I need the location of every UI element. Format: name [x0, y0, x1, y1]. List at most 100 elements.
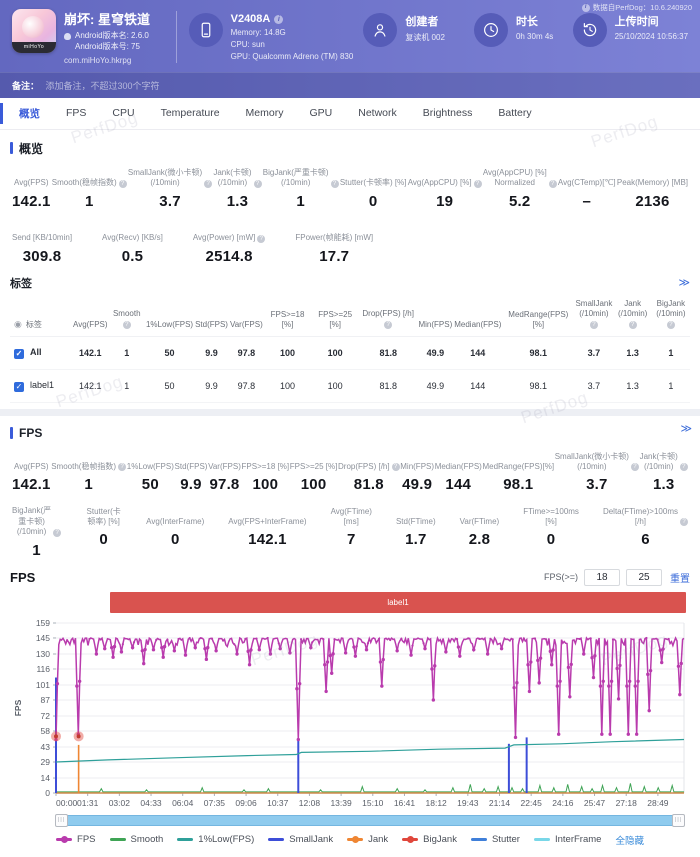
- svg-text:16:41: 16:41: [394, 798, 416, 808]
- table-row[interactable]: ✓label1142.11509.997.810010081.849.91449…: [10, 370, 690, 403]
- info-icon[interactable]: ?: [331, 180, 339, 188]
- metric-value: 17.7: [295, 248, 373, 265]
- collapse-icon[interactable]: ≫: [678, 276, 690, 289]
- legend-swatch: [402, 838, 418, 841]
- legend-item-Jank[interactable]: Jank: [347, 834, 388, 845]
- device-gpu: GPU: Qualcomm Adreno (TM) 830: [231, 52, 354, 61]
- svg-text:01:31: 01:31: [77, 798, 99, 808]
- info-icon[interactable]: ?: [590, 321, 598, 329]
- metric: Avg(FPS+InterFrame)142.1: [228, 506, 306, 558]
- legend-item-BigJank[interactable]: BigJank: [402, 834, 457, 845]
- chart-range-slider[interactable]: ||| |||: [56, 815, 684, 826]
- legend-item-Smooth[interactable]: Smooth: [110, 834, 164, 845]
- label1-band[interactable]: label1: [110, 592, 686, 613]
- metric-value: 0: [523, 531, 579, 548]
- section-bar: [10, 142, 13, 154]
- legend-item-InterFrame[interactable]: InterFrame: [534, 834, 601, 845]
- metric: Peak(Memory) [MB]2136: [617, 168, 688, 210]
- reset-link[interactable]: 重置: [670, 570, 690, 585]
- svg-text:58: 58: [41, 726, 51, 736]
- metric: Avg(CTemp)[℃]–: [558, 168, 616, 210]
- legend-item-Stutter[interactable]: Stutter: [471, 834, 520, 845]
- metric-value: 142.1: [12, 476, 51, 493]
- hide-all-link[interactable]: 全隐藏: [615, 833, 644, 847]
- tab-Brightness[interactable]: Brightness: [410, 99, 486, 127]
- svg-text:FPS: FPS: [13, 699, 23, 716]
- info-icon[interactable]: ?: [629, 321, 637, 329]
- slider-handle-left[interactable]: |||: [55, 814, 68, 827]
- info-icon[interactable]: ?: [53, 529, 61, 537]
- metric: FPS>=18 [%]100: [242, 451, 290, 493]
- metric: Var(FPS)97.8: [208, 451, 241, 493]
- info-icon[interactable]: ?: [123, 321, 131, 329]
- info-icon[interactable]: ?: [204, 180, 212, 188]
- row-checkbox[interactable]: ✓: [14, 349, 24, 359]
- legend-label: InterFrame: [555, 834, 601, 845]
- info-icon[interactable]: ?: [631, 463, 639, 471]
- cell-value: 100: [264, 337, 312, 370]
- metric-value: 144: [435, 476, 482, 493]
- info-icon[interactable]: ?: [118, 463, 126, 471]
- table-row[interactable]: ✓All142.11509.997.810010081.849.914498.1…: [10, 337, 690, 370]
- fps-threshold-high-input[interactable]: [626, 569, 662, 586]
- metric: SmallJank(微小卡顿) (/10min)?3.7: [128, 168, 212, 210]
- info-icon[interactable]: ?: [257, 235, 265, 243]
- game-icon: miHoYo: [12, 9, 56, 53]
- legend-item-FPS[interactable]: FPS: [56, 834, 95, 845]
- metric: MedRange(FPS)[%]98.1: [482, 451, 554, 493]
- legend-swatch: [534, 838, 550, 841]
- tab-Battery[interactable]: Battery: [485, 99, 544, 127]
- cell-value: 9.9: [194, 337, 229, 370]
- column-header: Std(FPS): [194, 293, 229, 337]
- legend-item-SmallJank[interactable]: SmallJank: [268, 834, 333, 845]
- visibility-icon[interactable]: ◉: [14, 319, 22, 329]
- svg-text:130: 130: [36, 649, 50, 659]
- info-icon[interactable]: ?: [680, 518, 688, 526]
- labels-table: ◉标签Avg(FPS)Smooth?1%Low(FPS)Std(FPS)Var(…: [10, 293, 690, 404]
- info-icon[interactable]: ?: [680, 463, 688, 471]
- collapse-icon[interactable]: ≫: [680, 422, 692, 435]
- cell-value: 1.3: [614, 337, 652, 370]
- info-icon[interactable]: ?: [474, 180, 482, 188]
- info-icon[interactable]: ?: [549, 180, 557, 188]
- metric: BigJank(严重卡顿) (/10min)?1: [263, 168, 339, 210]
- fps-chart[interactable]: 014294358728710111613014515900:0001:3103…: [10, 617, 690, 813]
- legend-item-1%Low(FPS)[interactable]: 1%Low(FPS): [177, 834, 254, 845]
- svg-text:87: 87: [41, 695, 51, 705]
- legend-swatch: [177, 838, 193, 841]
- overview-section: 概览 Avg(FPS)142.1Smooth(稳帧指数)?1SmallJank(…: [0, 130, 700, 410]
- tab-GPU[interactable]: GPU: [296, 99, 345, 127]
- info-icon[interactable]: i: [274, 15, 283, 24]
- svg-text:04:33: 04:33: [140, 798, 162, 808]
- metric-value: 49.9: [400, 476, 434, 493]
- column-header: Var(FPS): [229, 293, 264, 337]
- info-icon[interactable]: ?: [384, 321, 392, 329]
- cell-value: 144: [453, 337, 502, 370]
- column-header: BigJank (/10min)?: [652, 293, 690, 337]
- metric: Avg(FPS)142.1: [12, 168, 51, 210]
- svg-text:18:12: 18:12: [426, 798, 448, 808]
- metric-value: 1: [51, 476, 126, 493]
- tab-概览[interactable]: 概览: [6, 98, 53, 129]
- info-icon[interactable]: ?: [119, 180, 127, 188]
- slider-handle-right[interactable]: |||: [672, 814, 685, 827]
- tab-Temperature[interactable]: Temperature: [148, 99, 233, 127]
- tab-FPS[interactable]: FPS: [53, 99, 99, 127]
- info-icon[interactable]: ?: [254, 180, 262, 188]
- tab-Memory[interactable]: Memory: [233, 99, 297, 127]
- tab-CPU[interactable]: CPU: [99, 99, 147, 127]
- metric-value: 3.7: [555, 476, 639, 493]
- fps-threshold-low-input[interactable]: [584, 569, 620, 586]
- info-icon[interactable]: ?: [667, 321, 675, 329]
- section-title-fps: FPS: [19, 426, 42, 440]
- metric-value: 97.8: [208, 476, 241, 493]
- metric-value: 1: [263, 193, 339, 210]
- chart-legend: FPS Smooth 1%Low(FPS) SmallJank Jank BigJank S…: [10, 826, 690, 851]
- svg-text:14: 14: [41, 773, 51, 783]
- tab-Network[interactable]: Network: [345, 99, 410, 127]
- info-icon[interactable]: ?: [392, 463, 400, 471]
- cell-value: 100: [311, 337, 359, 370]
- fps-metrics-row2: BigJank(严重卡顿) (/10min)?1Stutter(卡顿率) [%]…: [10, 499, 690, 564]
- note-input[interactable]: 备注： 添加备注，不超过300个字符: [0, 72, 700, 98]
- row-checkbox[interactable]: ✓: [14, 382, 24, 392]
